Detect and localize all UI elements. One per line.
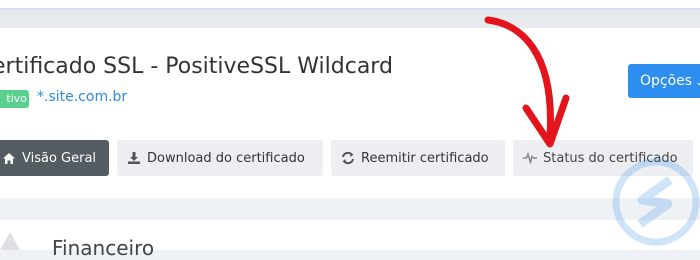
tab-label: Reemitir certificado	[361, 150, 489, 166]
status-badge: tivo	[0, 90, 29, 108]
annotation-arrow-icon	[484, 16, 570, 148]
home-icon	[3, 152, 15, 164]
chevron-down-icon: ⌄	[695, 77, 700, 88]
refresh-icon	[342, 151, 354, 165]
options-button[interactable]: Opções ⌄	[628, 64, 700, 98]
tab-label: Download do certificado	[147, 150, 305, 166]
collapse-triangle-icon	[0, 232, 20, 250]
page-title: ertificado SSL - PositiveSSL Wildcard	[0, 54, 393, 79]
tab-overview[interactable]: Visão Geral	[0, 140, 109, 176]
download-icon	[128, 152, 140, 164]
tab-reissue-certificate[interactable]: Reemitir certificado	[331, 140, 505, 176]
top-band	[0, 8, 700, 30]
options-button-label: Opções	[640, 73, 693, 89]
section-title: Financeiro	[52, 236, 155, 260]
brand-logo-watermark-icon	[612, 158, 700, 246]
tab-label: Visão Geral	[22, 150, 97, 166]
tab-download-certificate[interactable]: Download do certificado	[117, 140, 323, 176]
top-frame	[0, 0, 700, 8]
section-divider	[0, 198, 700, 220]
domain-link[interactable]: *.site.com.br	[37, 89, 127, 105]
